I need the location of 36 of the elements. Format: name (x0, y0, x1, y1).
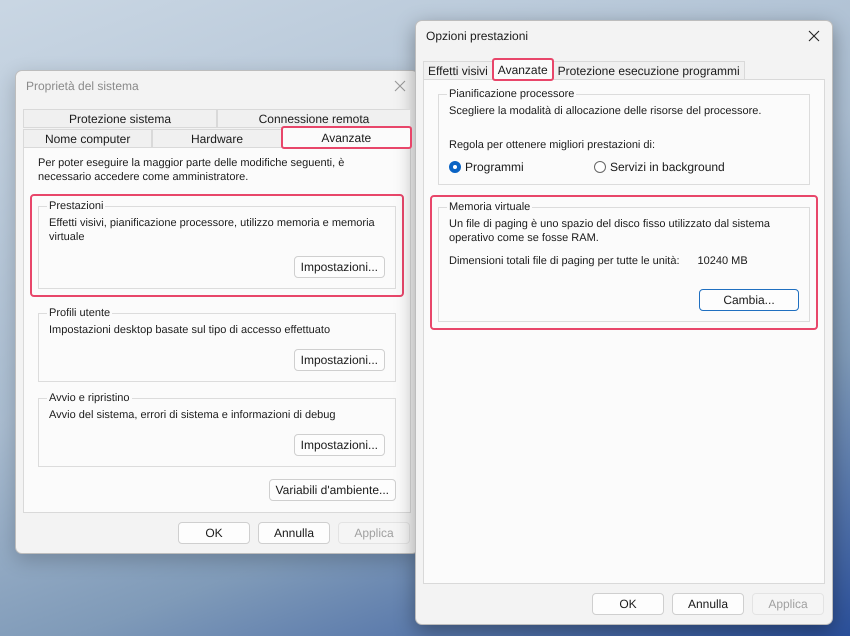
dialog-button[interactable]: Annulla (258, 522, 330, 544)
group-description: Un file di paging è uno spazio del disco fisso utilizzato dal sistema operativo come se fosse RAM. (449, 217, 772, 245)
radio-prompt: Regola per ottenere migliori prestazioni di: (449, 138, 656, 152)
group-title: Memoria virtuale (448, 201, 532, 213)
dialog-button[interactable]: OK (178, 522, 250, 544)
tab[interactable]: Avanzate (492, 59, 553, 80)
group-description: Impostazioni desktop basate sul tipo di accesso effettuato (49, 323, 332, 337)
dialog-button[interactable]: OK (592, 593, 664, 615)
size-label: Dimensioni totali file di paging per tutte le unità: (449, 255, 680, 267)
size-value: 10240 MB (698, 255, 748, 267)
group-description: Avvio del sistema, errori di sistema e informazioni di debug (49, 408, 337, 422)
tab[interactable]: Connessione remota (217, 109, 411, 128)
window-title: Proprietà del sistema (26, 79, 139, 93)
change-button[interactable]: Cambia... (699, 289, 799, 311)
close-icon[interactable] (806, 28, 822, 44)
tab[interactable]: Protezione sistema (23, 109, 217, 128)
group-description: Scegliere la modalità di allocazione delle risorse del processore. (449, 104, 762, 118)
settings-button[interactable]: Impostazioni... (294, 434, 385, 456)
group-title: Profili utente (48, 307, 112, 319)
admin-note: Per poter eseguire la maggior parte delle modifiche seguenti, è necessario accedere come amministratore. (38, 156, 346, 184)
group-title: Pianificazione processore (448, 88, 576, 100)
dialog-button[interactable]: Annulla (672, 593, 744, 615)
radio-option[interactable]: Servizi in background (594, 160, 739, 174)
radio-option[interactable]: Programmi (449, 160, 594, 174)
group-title: Avvio e ripristino (48, 392, 130, 404)
group-description: Effetti visivi, pianificazione processore, utilizzo memoria e memoria virtuale (49, 216, 376, 244)
window-title: Opzioni prestazioni (426, 29, 528, 43)
settings-button[interactable]: Impostazioni... (294, 349, 385, 371)
group-title: Prestazioni (48, 200, 104, 212)
tab[interactable]: Effetti visivi (423, 61, 493, 80)
tab[interactable]: Avanzate (282, 127, 411, 148)
tab[interactable]: Protezione esecuzione programmi (552, 61, 745, 80)
tab[interactable]: Hardware (152, 129, 282, 148)
environment-variables-button[interactable]: Variabili d'ambiente... (268, 479, 396, 501)
tab[interactable]: Nome computer (23, 129, 152, 148)
settings-button[interactable]: Impostazioni... (294, 256, 385, 278)
